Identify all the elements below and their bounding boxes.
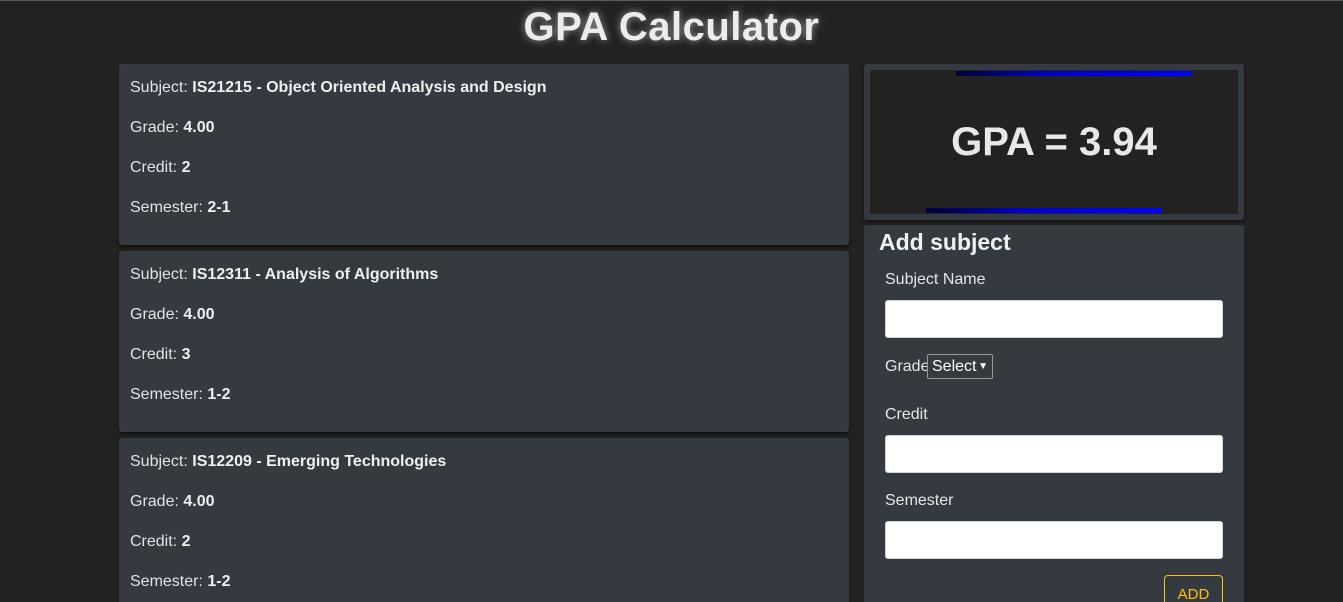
semester-value: 1-2	[207, 386, 231, 403]
add-subject-form: Add subject Subject Name Grade Select ▼ …	[864, 225, 1244, 602]
credit-row: Credit: 2	[130, 532, 838, 552]
credit-value: 2	[181, 159, 191, 176]
semester-row: Semester: 2-1	[130, 198, 838, 218]
credit-row: Credit: 2	[130, 158, 838, 178]
semester-input[interactable]	[885, 521, 1223, 559]
grade-label: Grade:	[130, 306, 179, 323]
subject-row: Subject: IS12311 - Analysis of Algorithm…	[130, 265, 838, 285]
semester-label: Semester	[885, 492, 954, 509]
page-title: GPA Calculator	[523, 5, 820, 49]
subject-card: Subject: IS12311 - Analysis of Algorithm…	[119, 251, 849, 432]
grade-value: 4.00	[183, 493, 215, 510]
grade-label: Grade:	[130, 119, 179, 136]
semester-value: 2-1	[207, 199, 231, 216]
form-title: Add subject	[879, 229, 1011, 255]
subject-card: Subject: IS12209 - Emerging Technologies…	[119, 438, 849, 602]
grade-row: Grade: 4.00	[130, 118, 838, 138]
semester-label: Semester:	[130, 386, 203, 403]
subject-value: IS12311 - Analysis of Algorithms	[192, 266, 439, 283]
semester-row: Semester: 1-2	[130, 385, 838, 405]
credit-label: Credit	[885, 406, 928, 423]
credit-value: 3	[181, 346, 191, 363]
subject-row: Subject: IS12209 - Emerging Technologies	[130, 452, 838, 472]
subject-name-input[interactable]	[885, 300, 1223, 338]
semester-label: Semester:	[130, 573, 203, 590]
credit-label: Credit:	[130, 159, 178, 176]
gpa-display: GPA = 3.94	[870, 70, 1238, 214]
subject-label: Subject:	[130, 453, 188, 470]
gpa-glow-bar-top	[956, 71, 1192, 76]
chevron-down-icon: ▼	[978, 361, 988, 372]
subject-label: Subject:	[130, 266, 188, 283]
semester-value: 1-2	[207, 573, 231, 590]
grade-row: Grade: 4.00	[130, 492, 838, 512]
subject-value: IS12209 - Emerging Technologies	[192, 453, 447, 470]
grade-label: Grade	[885, 358, 930, 375]
gpa-value: GPA = 3.94	[951, 120, 1157, 164]
subject-label: Subject:	[130, 79, 188, 96]
subject-value: IS21215 - Object Oriented Analysis and D…	[192, 79, 547, 96]
grade-value: 4.00	[183, 119, 215, 136]
grade-select[interactable]: Select ▼	[927, 354, 993, 379]
semester-label: Semester:	[130, 199, 203, 216]
add-button[interactable]: ADD	[1164, 575, 1223, 602]
credit-value: 2	[181, 533, 191, 550]
gpa-panel: GPA = 3.94	[864, 64, 1244, 220]
grade-label: Grade:	[130, 493, 179, 510]
subject-card: Subject: IS21215 - Object Oriented Analy…	[119, 64, 849, 245]
subject-row: Subject: IS21215 - Object Oriented Analy…	[130, 78, 838, 98]
subject-list: Subject: IS21215 - Object Oriented Analy…	[119, 64, 849, 602]
grade-row: Grade: 4.00	[130, 305, 838, 325]
semester-row: Semester: 1-2	[130, 572, 838, 592]
credit-row: Credit: 3	[130, 345, 838, 365]
credit-input[interactable]	[885, 435, 1223, 473]
gpa-glow-bar-bottom	[926, 208, 1162, 213]
grade-select-value: Select	[932, 357, 977, 375]
credit-label: Credit:	[130, 346, 178, 363]
credit-label: Credit:	[130, 533, 178, 550]
subject-name-label: Subject Name	[885, 271, 986, 288]
grade-value: 4.00	[183, 306, 215, 323]
